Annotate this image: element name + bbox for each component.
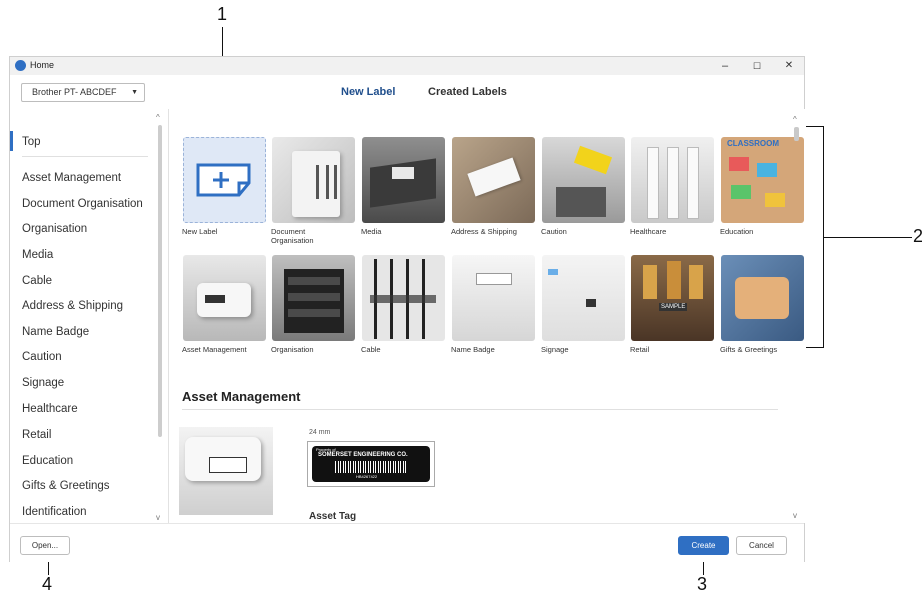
sidebar-item-address-shipping[interactable]: Address & Shipping bbox=[22, 300, 123, 312]
tab-new-label[interactable]: New Label bbox=[341, 86, 395, 98]
tile-gifts-greetings[interactable] bbox=[721, 255, 804, 341]
gift-bag-image bbox=[735, 277, 789, 319]
tile-asset-management[interactable] bbox=[183, 255, 266, 341]
tile-new-label[interactable] bbox=[183, 137, 266, 223]
gallery-scrollbar-thumb[interactable] bbox=[794, 127, 799, 141]
chevron-down-icon: ▼ bbox=[131, 89, 138, 96]
sidebar-item-caution[interactable]: Caution bbox=[22, 351, 62, 363]
title-bar: Home – ☐ ✕ bbox=[10, 57, 804, 75]
tile-healthcare[interactable] bbox=[631, 137, 714, 223]
tile-name-badge[interactable] bbox=[452, 255, 535, 341]
sidebar-selected-indicator bbox=[10, 131, 13, 151]
callout-bracket-2-top bbox=[806, 126, 824, 127]
callout-number-2: 2 bbox=[913, 226, 922, 246]
retail-sample-text: SAMPLE bbox=[659, 303, 688, 311]
sidebar-item-asset-management[interactable]: Asset Management bbox=[22, 172, 121, 184]
address-label-image bbox=[467, 157, 521, 197]
tile-caption-name-badge: Name Badge bbox=[451, 345, 495, 354]
media-cases-image bbox=[370, 158, 436, 208]
sidebar-scrollbar-thumb[interactable] bbox=[158, 125, 162, 437]
app-logo-icon bbox=[15, 60, 26, 71]
sidebar-item-retail[interactable]: Retail bbox=[22, 429, 51, 441]
tape-width: 24 mm bbox=[309, 429, 331, 436]
classroom-board-text: CLASSROOM bbox=[727, 139, 779, 148]
category-sidebar: Top Asset Management Document Organisati… bbox=[10, 109, 169, 523]
tile-caption-asset-management: Asset Management bbox=[182, 345, 247, 354]
tile-caption-caution: Caution bbox=[541, 227, 567, 236]
sidebar-scroll-up-icon[interactable]: ^ bbox=[156, 113, 160, 122]
binder-image bbox=[292, 151, 340, 217]
barcode bbox=[334, 461, 408, 473]
test-tubes-image bbox=[647, 147, 659, 219]
sidebar-item-signage[interactable]: Signage bbox=[22, 377, 64, 389]
tile-address-shipping[interactable] bbox=[452, 137, 535, 223]
callout-bracket-2-bottom bbox=[806, 347, 824, 348]
sidebar-item-cable[interactable]: Cable bbox=[22, 275, 52, 287]
tile-education[interactable]: CLASSROOM bbox=[721, 137, 804, 223]
sidebar-item-organisation[interactable]: Organisation bbox=[22, 223, 87, 235]
tile-retail[interactable]: SAMPLE bbox=[631, 255, 714, 341]
tile-document-organisation[interactable] bbox=[272, 137, 355, 223]
label-company: SOMERSET ENGINEERING CO. bbox=[318, 452, 408, 458]
sidebar-item-gifts-greetings[interactable]: Gifts & Greetings bbox=[22, 480, 110, 492]
retail-jars-image bbox=[643, 265, 657, 299]
tile-caption-education: Education bbox=[720, 227, 754, 236]
gallery-scroll-down-icon[interactable]: v bbox=[793, 511, 797, 520]
sidebar-item-healthcare[interactable]: Healthcare bbox=[22, 403, 78, 415]
section-heading: Asset Management bbox=[182, 389, 301, 404]
tile-caption-cable: Cable bbox=[361, 345, 381, 354]
sidebar-item-media[interactable]: Media bbox=[22, 249, 53, 261]
tile-caption-new-label: New Label bbox=[182, 227, 218, 236]
tile-caption-organisation: Organisation bbox=[271, 345, 314, 354]
window-title: Home bbox=[30, 60, 55, 70]
asset-tag-photo[interactable] bbox=[179, 427, 273, 515]
sidebar-divider bbox=[22, 156, 148, 157]
cancel-button[interactable]: Cancel bbox=[736, 536, 787, 555]
tile-caption-healthcare: Healthcare bbox=[630, 227, 667, 236]
tile-caution[interactable] bbox=[542, 137, 625, 223]
asset-tag-title: Asset Tag bbox=[309, 511, 357, 522]
add-label-icon bbox=[196, 163, 251, 197]
footer: Open... Create Cancel bbox=[10, 523, 804, 562]
sidebar-item-top[interactable]: Top bbox=[22, 136, 41, 148]
printer-select[interactable]: Brother PT- ABCDEF ▼ bbox=[21, 83, 145, 102]
callout-number-4: 4 bbox=[42, 574, 53, 594]
tile-caption-address-shipping: Address & Shipping bbox=[451, 227, 517, 236]
sidebar-item-education[interactable]: Education bbox=[22, 455, 73, 467]
caution-label-image bbox=[573, 145, 613, 175]
callout-line-2 bbox=[824, 237, 912, 238]
minimize-button[interactable]: – bbox=[712, 58, 738, 74]
create-button[interactable]: Create bbox=[678, 536, 729, 555]
tile-caption-media: Media bbox=[361, 227, 382, 236]
section-divider bbox=[182, 409, 778, 410]
tile-caption-gifts-greetings: Gifts & Greetings bbox=[720, 345, 778, 354]
callout-number-3: 3 bbox=[697, 574, 708, 594]
sidebar-scroll-down-icon[interactable]: v bbox=[156, 513, 160, 522]
tile-signage[interactable] bbox=[542, 255, 625, 341]
tile-caption-retail: Retail bbox=[630, 345, 650, 354]
label-code: HB4267422 bbox=[356, 474, 378, 479]
open-button[interactable]: Open... bbox=[20, 536, 70, 555]
sidebar-item-name-badge[interactable]: Name Badge bbox=[22, 326, 89, 338]
app-window: Home – ☐ ✕ Brother PT- ABCDEF ▼ New Labe… bbox=[9, 56, 805, 562]
gallery-scroll-up-icon[interactable]: ^ bbox=[793, 115, 797, 124]
tile-organisation[interactable] bbox=[272, 255, 355, 341]
tab-created-labels[interactable]: Created Labels bbox=[428, 86, 507, 98]
tile-caption-signage: Signage bbox=[541, 345, 569, 354]
asset-tag-preview[interactable]: Property of SOMERSET ENGINEERING CO. HB4… bbox=[307, 441, 435, 487]
sidebar-item-identification[interactable]: Identification bbox=[22, 506, 87, 518]
sidebar-item-document-organisation[interactable]: Document Organisation bbox=[22, 198, 143, 210]
toolbar: Brother PT- ABCDEF ▼ New Label Created L… bbox=[10, 75, 804, 111]
tile-cable[interactable] bbox=[362, 255, 445, 341]
shirt-badge-image bbox=[476, 273, 512, 285]
close-button[interactable]: ✕ bbox=[776, 58, 802, 74]
callout-number-1: 1 bbox=[217, 4, 228, 24]
printer-select-value: Brother PT- ABCDEF bbox=[32, 87, 117, 97]
maximize-button[interactable]: ☐ bbox=[744, 58, 770, 74]
template-gallery: New Label Document Organisation Media Ad… bbox=[169, 109, 805, 523]
tile-media[interactable] bbox=[362, 137, 445, 223]
tile-caption-document-organisation: Document Organisation bbox=[271, 227, 314, 245]
signage-sticker-image bbox=[548, 269, 558, 275]
